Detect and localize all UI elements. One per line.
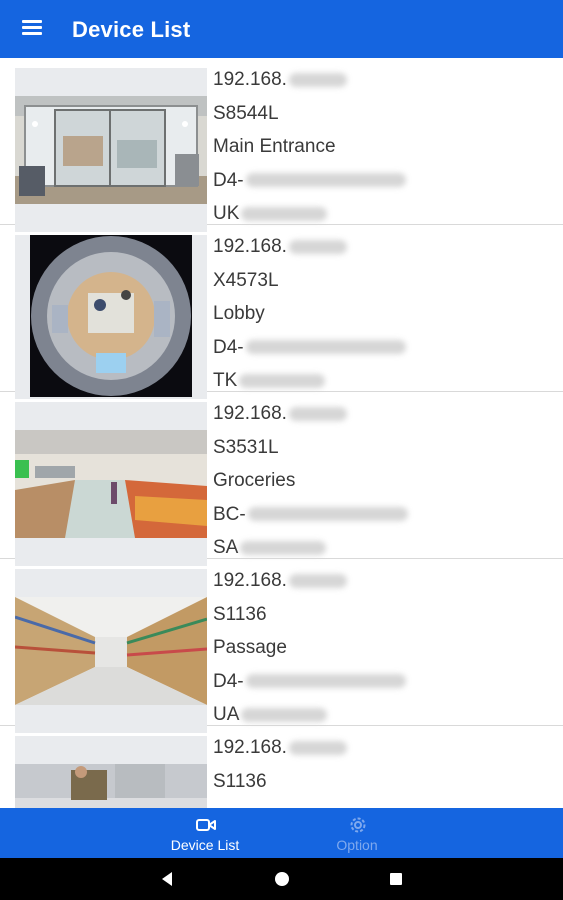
device-ip: 192.168. xyxy=(213,736,347,770)
fisheye-lobby-camera-image xyxy=(30,235,192,397)
device-model: S3531L xyxy=(213,436,279,458)
app-bar: Device List xyxy=(0,0,563,58)
device-thumbnail xyxy=(15,569,207,733)
nav-label: Option xyxy=(336,837,378,853)
device-thumbnail xyxy=(15,235,207,399)
device-mac: BC- xyxy=(213,503,408,537)
nav-option[interactable]: Option xyxy=(292,808,422,858)
device-ip: 192.168. xyxy=(213,569,406,603)
menu-icon[interactable] xyxy=(22,20,42,36)
supermarket-passage-camera-image xyxy=(15,597,207,705)
device-ip: 192.168. xyxy=(213,402,408,436)
device-thumbnail xyxy=(15,68,207,232)
device-model: X4573L xyxy=(213,269,279,291)
device-model: S8544L xyxy=(213,102,279,124)
device-ip: 192.168. xyxy=(213,68,406,102)
device-row[interactable]: 192.168. S3531L Groceries BC- SA xyxy=(0,392,563,566)
device-model: S1136 xyxy=(213,603,267,625)
device-thumbnail xyxy=(15,402,207,566)
system-navigation-bar xyxy=(0,858,563,900)
nav-label: Device List xyxy=(170,837,240,853)
device-mac: D4- xyxy=(213,670,406,704)
device-mac: D4- xyxy=(213,336,406,370)
device-row[interactable]: 192.168. X4573L Lobby D4- TK xyxy=(0,225,563,399)
page-title: Device List xyxy=(72,17,191,42)
recents-icon[interactable] xyxy=(386,869,406,889)
device-model: S1136 xyxy=(213,770,267,792)
device-list[interactable]: 192.168. S8544L Main Entrance D4- UK 192… xyxy=(0,58,563,808)
checkout-camera-image xyxy=(15,764,207,808)
grocery-aisle-camera-image xyxy=(15,430,207,538)
gear-icon xyxy=(350,817,366,833)
device-name: Main Entrance xyxy=(213,136,336,157)
video-camera-icon xyxy=(196,819,216,831)
store-entrance-camera-image xyxy=(15,96,207,204)
back-icon[interactable] xyxy=(158,869,178,889)
app-root: Device List 192.168. S8544L Main Entranc… xyxy=(0,0,563,900)
device-name: Passage xyxy=(213,637,287,658)
home-icon[interactable] xyxy=(272,869,292,889)
device-name: Lobby xyxy=(213,303,265,324)
bottom-navigation: Device List Option xyxy=(0,808,563,858)
device-row[interactable]: 192.168. S1136 xyxy=(0,726,563,808)
device-row[interactable]: 192.168. S8544L Main Entrance D4- UK xyxy=(0,58,563,232)
device-thumbnail xyxy=(15,736,207,808)
device-mac: D4- xyxy=(213,169,406,203)
device-ip: 192.168. xyxy=(213,235,406,269)
device-name: Groceries xyxy=(213,470,296,491)
device-row[interactable]: 192.168. S1136 Passage D4- UA xyxy=(0,559,563,733)
nav-device-list[interactable]: Device List xyxy=(140,808,270,858)
